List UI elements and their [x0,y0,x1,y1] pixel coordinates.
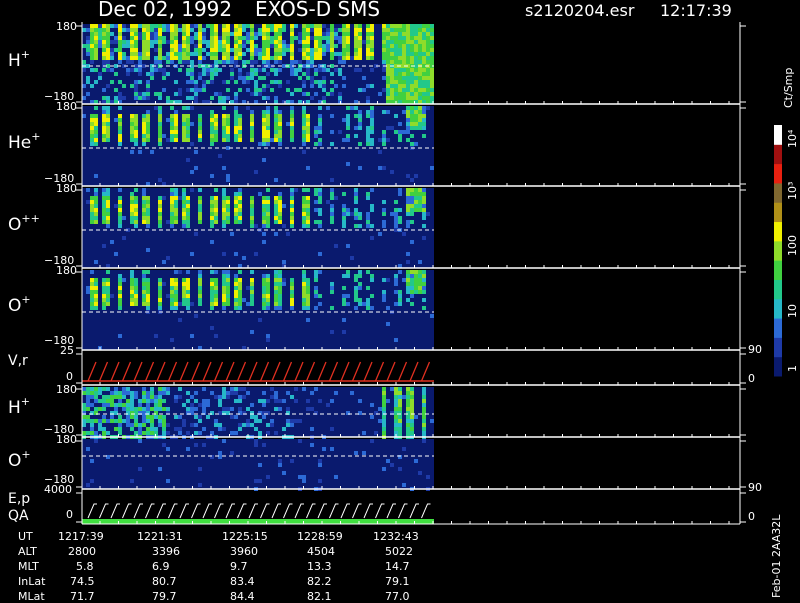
footer-code: Feb-01 2AA32L [770,514,783,598]
orbit-label-mlt: MLT [18,560,39,573]
orbit-mlat-2: 84.4 [230,590,255,603]
panel-label-ep: E,p [8,491,31,507]
orbit-mlt-0: 5.8 [76,560,94,573]
ytick-op-max: 180 [56,264,77,277]
colorbar-tick-1: 1 [786,365,799,372]
colorbar [774,125,782,377]
ytick-ep-max: 4000 [44,483,72,496]
ytick-vr-min: 0 [66,370,73,383]
plot-mission: EXOS-D SMS [255,0,381,21]
orbit-mlt-1: 6.9 [152,560,170,573]
orbit-ut-1: 1221:31 [137,530,183,543]
orbit-ut-3: 1228:59 [297,530,343,543]
colorbar-unit: Ct/Smp [782,67,795,108]
orbit-label-alt: ALT [18,545,37,558]
orbit-label-inlat: InLat [18,575,46,588]
ytick-h2-max: 180 [56,383,77,396]
panel-label-qa: QA [8,508,29,524]
rtick-ep-min: 0 [748,510,755,523]
panel-label-o-plus: O+ [8,293,31,316]
orbit-ut-4: 1232:43 [373,530,419,543]
colorbar-tick-10000: 10⁴ [786,129,799,148]
orbit-mlt-2: 9.7 [230,560,248,573]
plot-date: Dec 02, 1992 [98,0,233,21]
qa-bar [82,519,434,524]
orbit-ut-0: 1217:39 [58,530,104,543]
plot-file: s2120204.esr [525,1,635,20]
orbit-inlat-3: 82.2 [307,575,332,588]
panel-label-o-plusplus: O++ [8,212,40,235]
rtick-vr-max: 90 [748,343,762,356]
ytick-vr-max: 25 [60,344,74,357]
orbit-inlat-1: 80.7 [152,575,177,588]
panel-label-he-plus: He+ [8,130,41,153]
orbit-mlat-1: 79.7 [152,590,177,603]
rtick-vr-min: 0 [748,372,755,385]
orbit-alt-0: 2800 [68,545,96,558]
colorbar-tick-100: 100 [786,235,799,256]
ytick-he-max: 180 [56,100,77,113]
panel-label-o-plus-2: O+ [8,448,31,471]
orbit-inlat-0: 74.5 [70,575,95,588]
orbit-mlat-0: 71.7 [70,590,95,603]
panel-label-vr: V,r [8,353,28,369]
orbit-label-ut: UT [18,530,33,543]
panel-label-h-plus-2: H+ [8,395,31,418]
colorbar-tick-10: 10 [786,304,799,318]
orbit-ut-2: 1225:15 [222,530,268,543]
orbit-alt-4: 5022 [385,545,413,558]
orbit-alt-2: 3960 [230,545,258,558]
plot-time: 12:17:39 [660,1,732,20]
rtick-ep-max: 90 [748,481,762,494]
ytick-h-max: 180 [56,20,77,33]
orbit-inlat-4: 79.1 [385,575,410,588]
orbit-alt-3: 4504 [307,545,335,558]
ytick-o2-max: 180 [56,433,77,446]
orbit-mlt-4: 14.7 [385,560,410,573]
orbit-mlt-3: 13.3 [307,560,332,573]
orbit-label-mlat: MLat [18,590,45,603]
orbit-mlat-4: 77.0 [385,590,410,603]
orbit-mlat-3: 82.1 [307,590,332,603]
ytick-opp-max: 180 [56,182,77,195]
orbit-alt-1: 3396 [152,545,180,558]
panel-label-h-plus: H+ [8,48,31,71]
spectrogram-plot [76,22,782,525]
ytick-ep-min: 0 [66,508,73,521]
orbit-inlat-2: 83.4 [230,575,255,588]
colorbar-tick-1000: 10³ [786,181,799,200]
